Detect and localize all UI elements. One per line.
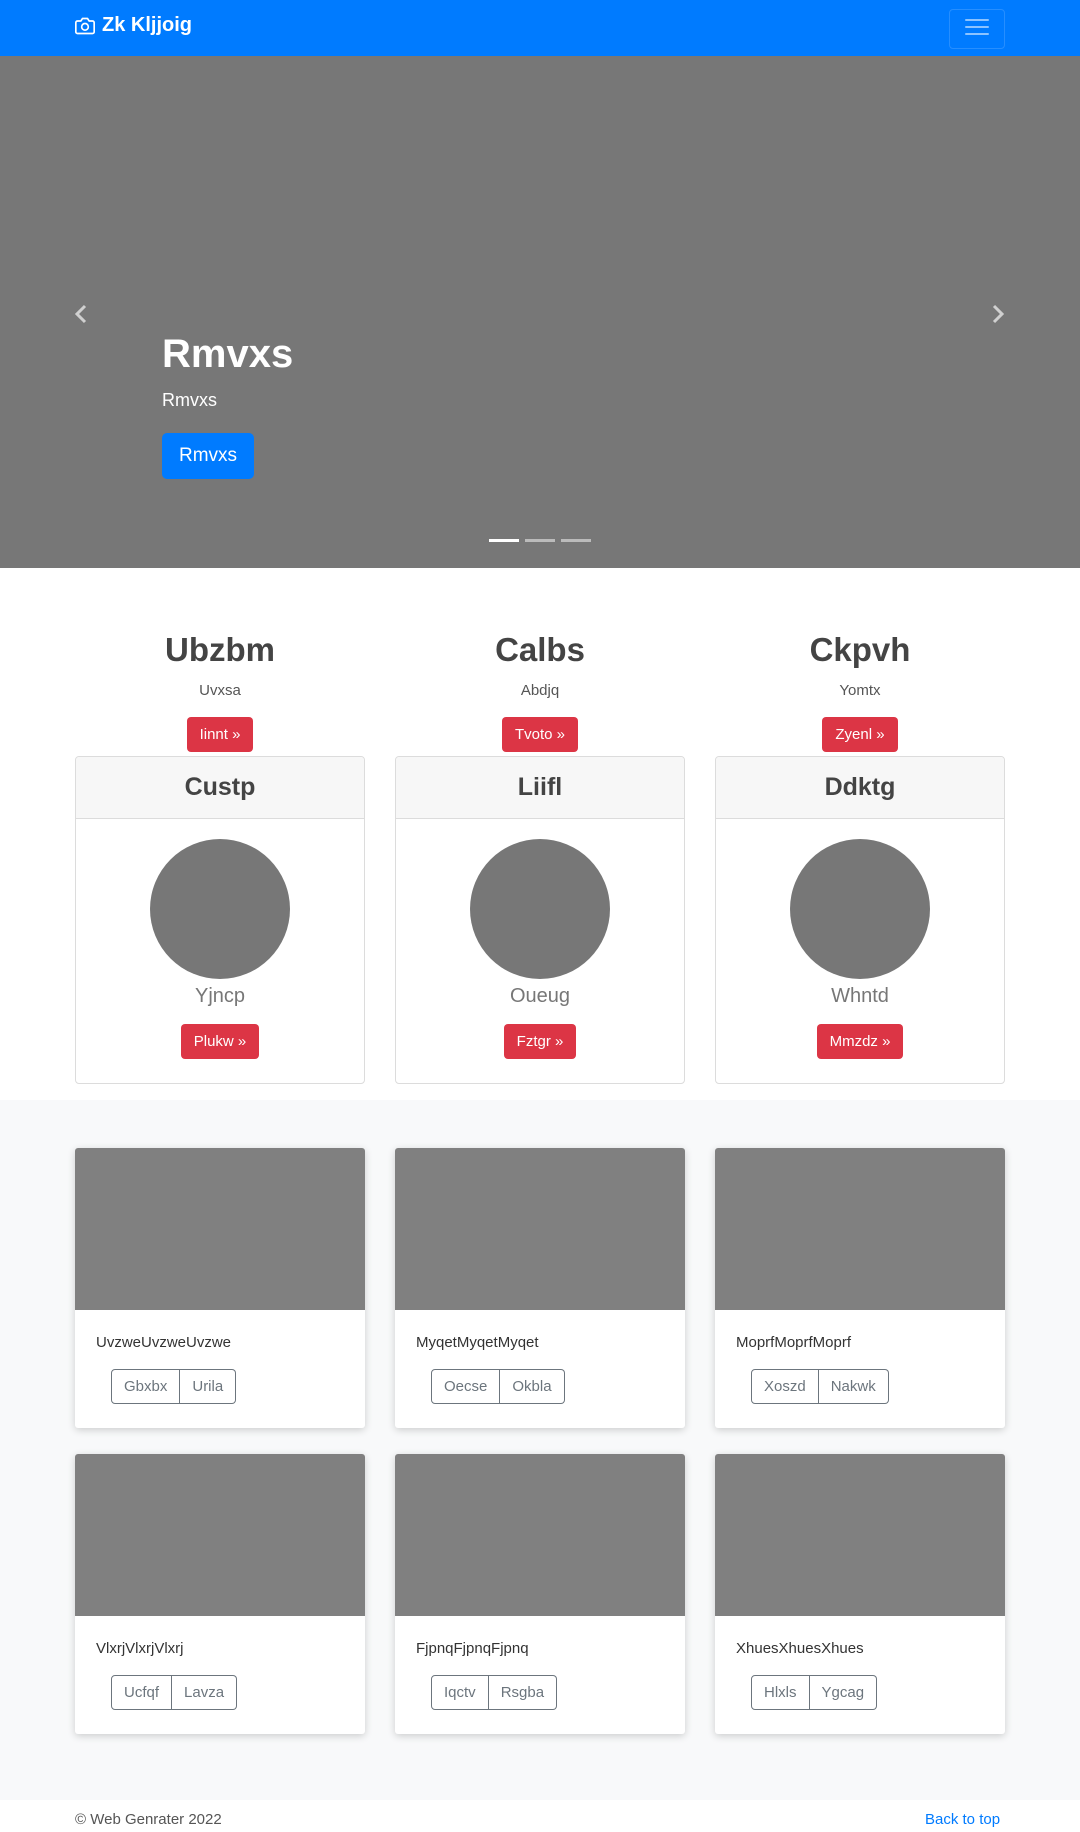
thumbnail-placeholder: [75, 1148, 365, 1310]
card-header: Liifl: [396, 757, 684, 819]
feature-title: Ckpvh: [809, 631, 911, 668]
feature-text: Yomtx: [839, 681, 881, 699]
album-card-button[interactable]: Okbla: [500, 1369, 565, 1404]
feature-columns: Ubzbm Uvxsa Iinnt » Calbs Abdjq Tvoto » …: [75, 630, 1005, 752]
feature-button[interactable]: Zyenl »: [822, 716, 898, 752]
brand-link[interactable]: Zk Kljjoig: [75, 14, 192, 37]
album-card: FjpnqFjpnqFjpnq Iqctv Rsgba: [395, 1454, 685, 1734]
card-button[interactable]: Mmzdz »: [816, 1024, 904, 1059]
album-card-button[interactable]: Rsgba: [488, 1675, 558, 1710]
album-card: XhuesXhuesXhues Hlxls Ygcag: [715, 1454, 1005, 1734]
album-card-button[interactable]: Xoszd: [751, 1369, 819, 1404]
card-text: Whntd: [831, 985, 889, 1007]
carousel-cta-button[interactable]: Rmvxs: [162, 433, 255, 479]
thumbnail-placeholder: [395, 1454, 685, 1616]
navbar-toggler-button[interactable]: [949, 9, 1005, 49]
feature-column: Calbs Abdjq Tvoto »: [395, 630, 685, 752]
album-card: UvzweUvzweUvzwe Gbxbx Urila: [75, 1148, 365, 1428]
carousel-indicator[interactable]: [525, 539, 555, 542]
album-card-text: VlxrjVlxrjVlxrj: [96, 1640, 184, 1657]
thumbnail-placeholder: [75, 1454, 365, 1616]
feature-column: Ckpvh Yomtx Zyenl »: [715, 630, 1005, 752]
album-card-button-group: Iqctv Rsgba: [431, 1675, 558, 1710]
hero-carousel: Rmvxs Rmvxs Rmvxs: [0, 56, 1080, 568]
card-text: Yjncp: [194, 985, 246, 1007]
album-card-text: MyqetMyqetMyqet: [416, 1334, 539, 1351]
card-header: Ddktg: [716, 757, 1004, 819]
menu-icon: [962, 12, 992, 47]
album-card-button[interactable]: Lavza: [172, 1675, 238, 1710]
carousel-next-button[interactable]: [983, 296, 1013, 336]
carousel-prev-button[interactable]: [66, 296, 96, 336]
album-card: MyqetMyqetMyqet Oecse Okbla: [395, 1148, 685, 1428]
carousel-indicators: [0, 539, 1080, 542]
album-grid: UvzweUvzweUvzwe Gbxbx Urila MyqetMyqetMyq…: [75, 1148, 1005, 1734]
brand-label: Zk Kljjoig: [102, 14, 192, 36]
camera-icon: [75, 16, 95, 36]
feature-button[interactable]: Tvoto »: [501, 716, 579, 752]
profile-card: Liifl Oueug Fztgr »: [395, 756, 685, 1084]
album-card-button-group: Hlxls Ygcag: [751, 1675, 878, 1710]
chevron-right-icon: [990, 303, 1006, 330]
album-card-text: FjpnqFjpnqFjpnq: [416, 1640, 529, 1657]
avatar-placeholder: [150, 839, 290, 979]
feature-text: Abdjq: [520, 681, 560, 699]
thumbnail-placeholder: [715, 1454, 1005, 1616]
album-card-button[interactable]: Gbxbx: [111, 1369, 181, 1404]
card-button[interactable]: Plukw »: [180, 1024, 260, 1059]
album-card-text: UvzweUvzweUvzwe: [96, 1334, 232, 1351]
album-card-button[interactable]: Ucfqf: [111, 1675, 173, 1710]
top-navbar: Zk Kljjoig: [0, 0, 1080, 56]
card-button[interactable]: Fztgr »: [503, 1024, 577, 1059]
thumbnail-placeholder: [715, 1148, 1005, 1310]
card-header: Custp: [76, 757, 364, 819]
carousel-subtitle: Rmvxs: [162, 390, 217, 410]
album-card-button[interactable]: Hlxls: [751, 1675, 810, 1710]
album-card-text: XhuesXhuesXhues: [736, 1640, 864, 1657]
album-section: UvzweUvzweUvzwe Gbxbx Urila MyqetMyqetMyq…: [0, 1100, 1080, 1800]
profile-card: Custp Yjncp Plukw »: [75, 756, 365, 1084]
carousel-indicator[interactable]: [489, 539, 519, 542]
footer-copyright: © Web Genrater 2022: [75, 1811, 222, 1828]
thumbnail-placeholder: [395, 1148, 685, 1310]
feature-text: Uvxsa: [199, 681, 241, 699]
carousel-title: Rmvxs: [162, 332, 294, 376]
carousel-caption: Rmvxs Rmvxs Rmvxs: [162, 330, 293, 479]
profile-card: Ddktg Whntd Mmzdz »: [715, 756, 1005, 1084]
album-card-text: MoprfMoprfMoprf: [736, 1334, 852, 1351]
profile-card-row: Custp Yjncp Plukw » Liifl Oueug Fztgr » …: [75, 756, 1005, 1084]
card-text: Oueug: [509, 985, 571, 1007]
avatar-placeholder: [790, 839, 930, 979]
album-card-button[interactable]: Ygcag: [809, 1675, 878, 1710]
album-card-button[interactable]: Iqctv: [431, 1675, 489, 1710]
feature-title: Ubzbm: [165, 631, 275, 668]
album-card-button-group: Xoszd Nakwk: [751, 1369, 889, 1404]
album-card: MoprfMoprfMoprf Xoszd Nakwk: [715, 1148, 1005, 1428]
carousel-indicator[interactable]: [561, 539, 591, 542]
avatar-placeholder: [470, 839, 610, 979]
feature-column: Ubzbm Uvxsa Iinnt »: [75, 630, 365, 752]
album-card-button[interactable]: Nakwk: [818, 1369, 889, 1404]
chevron-left-icon: [73, 303, 89, 330]
album-card: VlxrjVlxrjVlxrj Ucfqf Lavza: [75, 1454, 365, 1734]
album-card-button-group: Gbxbx Urila: [111, 1369, 237, 1404]
album-card-button[interactable]: Urila: [180, 1369, 237, 1404]
album-card-button[interactable]: Oecse: [431, 1369, 501, 1404]
feature-title: Calbs: [495, 631, 585, 668]
back-to-top-link[interactable]: Back to top: [925, 1811, 1000, 1828]
feature-button[interactable]: Iinnt »: [186, 716, 254, 752]
album-card-button-group: Ucfqf Lavza: [111, 1675, 238, 1710]
album-card-button-group: Oecse Okbla: [431, 1369, 565, 1404]
